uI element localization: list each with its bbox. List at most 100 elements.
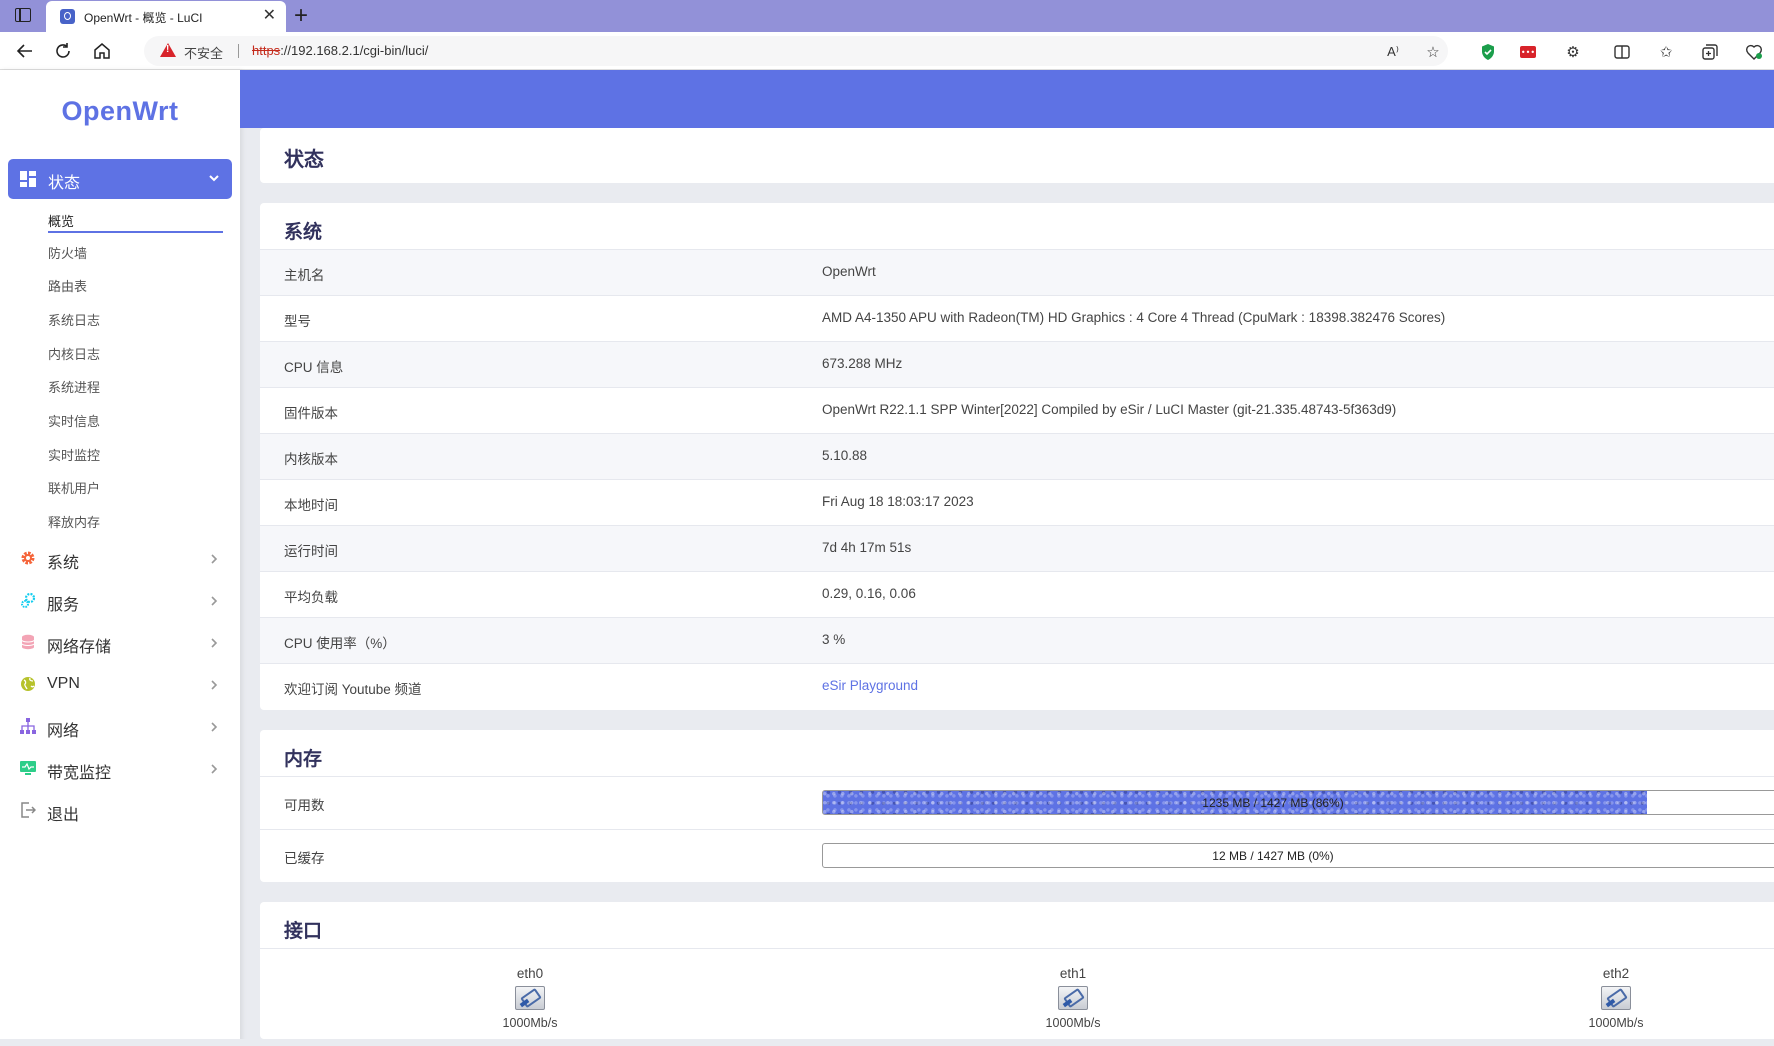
sub-item-routes[interactable]: 路由表 bbox=[48, 276, 87, 295]
table-row: 型号 AMD A4-1350 APU with Radeon(TM) HD Gr… bbox=[260, 295, 1774, 341]
sidebar-item-label: 网络存储 bbox=[47, 639, 112, 656]
table-row: 欢迎订阅 Youtube 频道 eSir Playground bbox=[260, 663, 1774, 709]
split-screen-icon[interactable] bbox=[1612, 42, 1632, 62]
sidebar-item-label: 服务 bbox=[47, 597, 80, 614]
favicon-icon bbox=[60, 9, 75, 24]
progress-text: 1235 MB / 1427 MB (86%) bbox=[1202, 796, 1344, 810]
sidebar-item-label: VPN bbox=[47, 675, 80, 692]
sidebar-item-vpn[interactable]: VPN bbox=[0, 667, 240, 701]
back-icon[interactable] bbox=[12, 38, 38, 64]
storage-icon bbox=[20, 634, 36, 650]
monitor-icon bbox=[20, 760, 36, 776]
chevron-right-icon bbox=[209, 678, 219, 696]
ethernet-port-icon bbox=[515, 986, 545, 1010]
sub-item-overview[interactable]: 概览 bbox=[48, 211, 74, 230]
progress-text: 12 MB / 1427 MB (0%) bbox=[1212, 849, 1334, 863]
page-title-card: 状态 bbox=[260, 128, 1774, 183]
sidebar-item-label: 系统 bbox=[47, 555, 80, 572]
logout-icon bbox=[20, 802, 37, 818]
table-row: 平均负载 0.29, 0.16, 0.06 bbox=[260, 571, 1774, 617]
password-extension-icon[interactable]: ••• bbox=[1518, 42, 1538, 62]
read-aloud-icon[interactable]: A⁾ bbox=[1383, 42, 1403, 62]
table-row: 运行时间 7d 4h 17m 51s bbox=[260, 525, 1774, 571]
svg-text:•••: ••• bbox=[1521, 48, 1535, 57]
chevron-right-icon bbox=[209, 636, 219, 654]
interface-eth1[interactable]: eth1 1000Mb/s bbox=[1003, 966, 1143, 1030]
sub-item-realtime-monitor[interactable]: 实时监控 bbox=[48, 445, 100, 464]
table-row: 已缓存 12 MB / 1427 MB (0%) bbox=[260, 829, 1774, 882]
extensions-icon[interactable]: ⚙ bbox=[1563, 42, 1583, 62]
interfaces-section-title: 接口 bbox=[284, 921, 323, 942]
youtube-channel-link[interactable]: eSir Playground bbox=[822, 678, 918, 693]
sidebar-item-label: 网络 bbox=[47, 723, 80, 740]
sidebar-item-logout[interactable]: 退出 bbox=[0, 793, 240, 827]
table-row: 本地时间 Fri Aug 18 18:03:17 2023 bbox=[260, 479, 1774, 525]
sub-item-processes[interactable]: 系统进程 bbox=[48, 377, 100, 396]
new-tab-icon[interactable]: + bbox=[294, 2, 308, 30]
gear-icon bbox=[20, 550, 36, 566]
services-icon bbox=[20, 592, 36, 608]
sidebar-item-label: 退出 bbox=[47, 807, 80, 824]
tab-actions-icon[interactable] bbox=[15, 8, 31, 22]
shield-extension-icon[interactable] bbox=[1478, 42, 1498, 62]
header-banner bbox=[240, 70, 1774, 128]
sidebar-item-label: 带宽监控 bbox=[47, 765, 112, 782]
sidebar-item-label: 状态 bbox=[48, 175, 81, 192]
table-row: CPU 使用率（%） 3 % bbox=[260, 617, 1774, 663]
sidebar-item-network[interactable]: 网络 bbox=[0, 709, 240, 743]
memory-section-title: 内存 bbox=[284, 749, 323, 770]
favorite-star-icon[interactable]: ☆ bbox=[1423, 42, 1443, 62]
address-bar[interactable]: 不安全 https://192.168.2.1/cgi-bin/luci/ bbox=[144, 36, 1448, 66]
openwrt-logo[interactable]: OpenWrt bbox=[0, 96, 240, 127]
dashboard-icon bbox=[20, 171, 36, 192]
url-text[interactable]: https://192.168.2.1/cgi-bin/luci/ bbox=[252, 43, 428, 58]
sub-item-syslog[interactable]: 系统日志 bbox=[48, 310, 100, 329]
chevron-right-icon bbox=[209, 552, 219, 570]
sidebar-item-bandwidth[interactable]: 带宽监控 bbox=[0, 751, 240, 785]
memory-available-bar: 1235 MB / 1427 MB (86%) bbox=[822, 790, 1774, 815]
table-row: 主机名 OpenWrt bbox=[260, 249, 1774, 295]
sidebar-item-system[interactable]: 系统 bbox=[0, 541, 240, 575]
sidebar-item-services[interactable]: 服务 bbox=[0, 583, 240, 617]
chevron-right-icon bbox=[209, 762, 219, 780]
system-card: 系统 主机名 OpenWrt 型号 AMD A4-1350 APU with R… bbox=[260, 203, 1774, 710]
active-underline bbox=[48, 231, 223, 233]
sub-item-kernel-log[interactable]: 内核日志 bbox=[48, 344, 100, 363]
collections-icon[interactable] bbox=[1700, 42, 1720, 62]
chevron-down-icon bbox=[208, 171, 220, 189]
close-tab-icon[interactable]: ✕ bbox=[263, 7, 276, 25]
reload-icon[interactable] bbox=[50, 38, 76, 64]
interface-eth2[interactable]: eth2 1000Mb/s bbox=[1546, 966, 1686, 1030]
warning-icon bbox=[160, 43, 176, 57]
performance-icon[interactable] bbox=[1744, 42, 1764, 62]
table-row: 固件版本 OpenWrt R22.1.1 SPP Winter[2022] Co… bbox=[260, 387, 1774, 433]
address-toolbar: 不安全 https://192.168.2.1/cgi-bin/luci/ A⁾… bbox=[0, 32, 1774, 70]
sub-item-free-memory[interactable]: 释放内存 bbox=[48, 512, 100, 531]
sidebar-item-storage[interactable]: 网络存储 bbox=[0, 625, 240, 659]
memory-cached-bar: 12 MB / 1427 MB (0%) bbox=[822, 843, 1774, 868]
home-icon[interactable] bbox=[89, 38, 115, 64]
globe-icon bbox=[20, 676, 36, 692]
system-section-title: 系统 bbox=[284, 222, 323, 243]
browser-tab-bar: OpenWrt - 概览 - LuCI ✕ + bbox=[0, 0, 1774, 32]
sub-item-firewall[interactable]: 防火墙 bbox=[48, 243, 87, 262]
favorites-icon[interactable]: ✩ bbox=[1656, 42, 1676, 62]
table-row: 内核版本 5.10.88 bbox=[260, 433, 1774, 479]
sub-item-realtime-info[interactable]: 实时信息 bbox=[48, 411, 100, 430]
tab-title: OpenWrt - 概览 - LuCI bbox=[84, 11, 203, 25]
page-title: 状态 bbox=[284, 149, 324, 171]
browser-tab[interactable]: OpenWrt - 概览 - LuCI ✕ bbox=[46, 1, 286, 32]
chevron-right-icon bbox=[209, 720, 219, 738]
interfaces-card: 接口 eth0 1000Mb/s eth1 1000Mb/s eth2 1000… bbox=[260, 902, 1774, 1039]
sidebar-item-status[interactable]: 状态 bbox=[8, 159, 232, 199]
ethernet-port-icon bbox=[1601, 986, 1631, 1010]
insecure-label[interactable]: 不安全 bbox=[184, 43, 223, 62]
sidebar: OpenWrt 状态 概览 防火墙 路由表 系统日志 内核日志 系统进程 实时信… bbox=[0, 70, 240, 1046]
table-row: 可用数 1235 MB / 1427 MB (86%) bbox=[260, 776, 1774, 829]
interface-eth0[interactable]: eth0 1000Mb/s bbox=[460, 966, 600, 1030]
sub-item-online-users[interactable]: 联机用户 bbox=[48, 478, 100, 497]
network-icon bbox=[20, 718, 36, 734]
ethernet-port-icon bbox=[1058, 986, 1088, 1010]
table-row: CPU 信息 673.288 MHz bbox=[260, 341, 1774, 387]
memory-card: 内存 可用数 1235 MB / 1427 MB (86%) 已缓存 12 MB… bbox=[260, 730, 1774, 882]
